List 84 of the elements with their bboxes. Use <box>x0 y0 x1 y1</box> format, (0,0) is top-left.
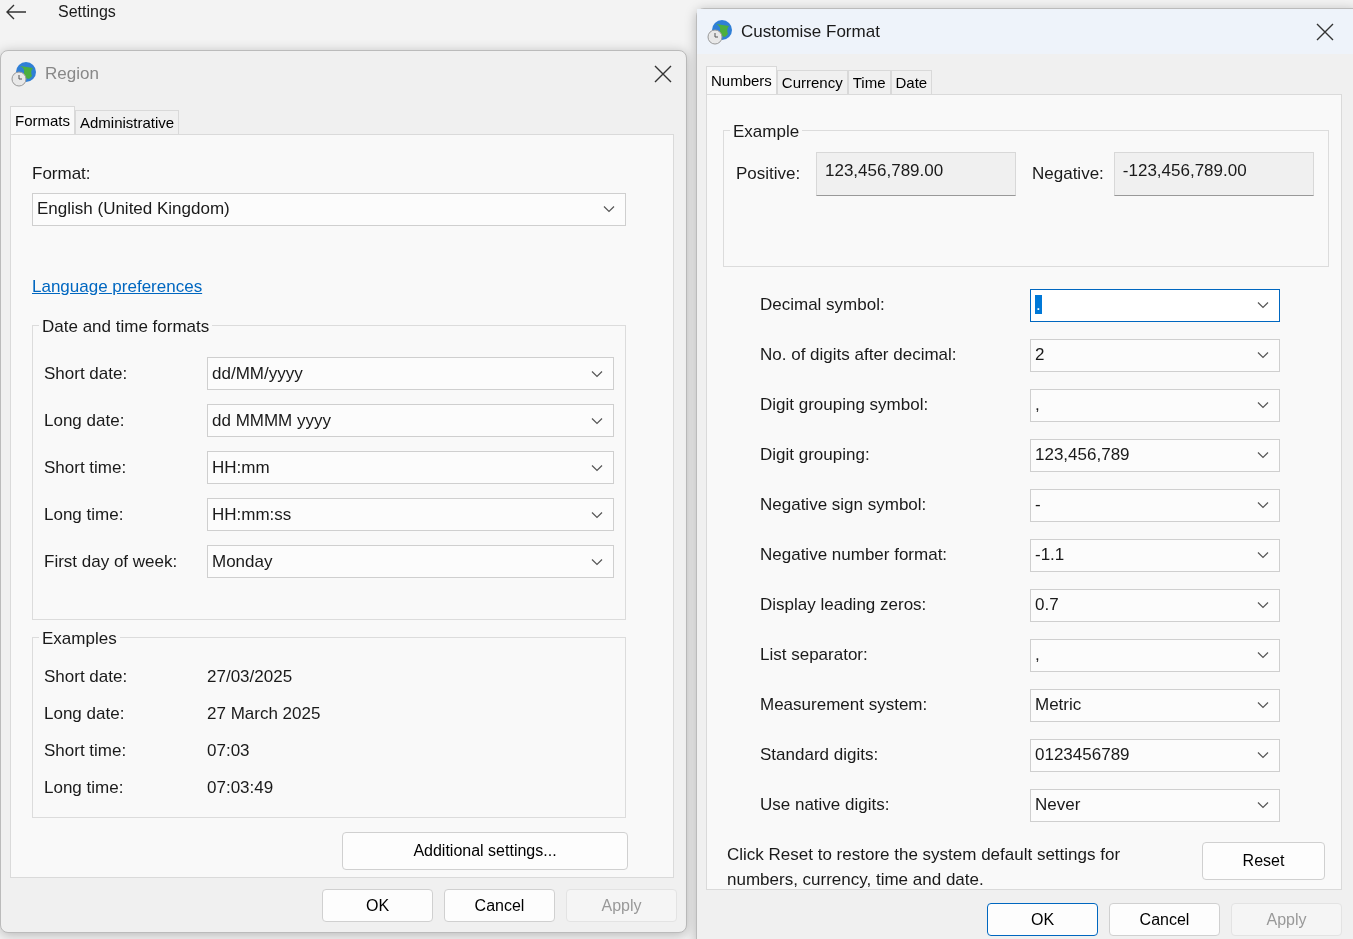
field-label: Short time: <box>44 739 128 762</box>
dropdown[interactable]: . <box>1030 288 1280 322</box>
field-label: List separator: <box>760 644 869 667</box>
chevron-down-icon <box>1257 501 1269 509</box>
dropdown[interactable]: Never <box>1030 788 1280 822</box>
dialog-button[interactable]: OK <box>987 903 1098 936</box>
example-value: 27/03/2025 <box>207 665 293 688</box>
dropdown[interactable]: dd MMMM yyyy <box>207 404 614 437</box>
dialog-button[interactable]: Cancel <box>444 889 555 922</box>
dialog-button[interactable]: Cancel <box>1109 903 1220 936</box>
field-label: Measurement system: <box>760 694 929 717</box>
chevron-down-icon <box>591 416 603 425</box>
globe-clock-icon <box>707 18 733 45</box>
reset-note: Click Reset to restore the system default settings for numbers, currency, time and date. <box>727 844 1122 891</box>
close-icon <box>1316 22 1334 41</box>
field-label: Short date: <box>44 665 129 688</box>
field-label: Negative sign symbol: <box>760 494 928 517</box>
chevron-down-icon <box>1257 351 1269 359</box>
field-label: Long date: <box>44 702 126 725</box>
tab[interactable]: Currency <box>776 70 848 94</box>
dropdown[interactable]: 123,456,789 <box>1030 438 1280 472</box>
field-label: Negative number format: <box>760 544 949 567</box>
chevron-down-icon <box>1257 401 1269 409</box>
dropdown[interactable]: 0.7 <box>1030 588 1280 622</box>
example-value: -123,456,789.00 <box>1113 152 1314 196</box>
dropdown[interactable]: dd/MM/yyyy <box>207 357 614 390</box>
field-label: Decimal symbol: <box>760 294 886 317</box>
dropdown[interactable]: 0123456789 <box>1030 738 1280 772</box>
chevron-down-icon <box>591 510 603 519</box>
field-label: Negative: <box>1032 163 1104 186</box>
dropdown[interactable]: , <box>1030 388 1280 422</box>
window-title: Region <box>45 62 99 85</box>
field-label: Short date: <box>44 362 129 385</box>
tab[interactable]: Administrative <box>75 110 180 134</box>
tab[interactable]: Numbers <box>706 66 777 94</box>
field-label: Long time: <box>44 776 125 799</box>
chevron-down-icon <box>603 205 615 213</box>
chevron-down-icon <box>591 557 603 566</box>
field-label: Use native digits: <box>760 794 891 817</box>
dropdown[interactable]: -1.1 <box>1030 538 1280 572</box>
tab[interactable]: Formats <box>10 106 75 134</box>
chevron-down-icon <box>1257 601 1269 609</box>
example-value: 27 March 2025 <box>207 702 321 725</box>
dropdown[interactable]: Metric <box>1030 688 1280 722</box>
dropdown[interactable]: - <box>1030 488 1280 522</box>
language-link[interactable]: Language preferences <box>32 273 203 299</box>
field-label: Format: <box>32 163 92 185</box>
field-label: No. of digits after decimal: <box>760 344 958 367</box>
dropdown[interactable]: Monday <box>207 545 614 578</box>
dropdown[interactable]: 2 <box>1030 338 1280 372</box>
window-title: Settings <box>58 2 116 22</box>
field-label: Digit grouping: <box>760 444 871 467</box>
example-value: 123,456,789.00 <box>816 152 1016 196</box>
chevron-down-icon <box>1257 751 1269 759</box>
dropdown[interactable]: HH:mm <box>207 451 614 484</box>
example-value: 07:03 <box>207 739 250 762</box>
close-icon <box>654 64 672 83</box>
field-label: Short time: <box>44 456 128 479</box>
tab[interactable]: Date <box>890 70 933 94</box>
chevron-down-icon <box>1257 651 1269 659</box>
chevron-down-icon <box>1257 551 1269 559</box>
additional-settings-button[interactable]: Additional settings... <box>342 832 628 870</box>
dropdown[interactable]: English (United Kingdom) <box>32 192 626 226</box>
example-value: 07:03:49 <box>207 776 274 799</box>
field-label: Positive: <box>736 163 802 186</box>
field-label: Long date: <box>44 409 126 432</box>
field-label: Display leading zeros: <box>760 594 928 617</box>
chevron-down-icon <box>1257 801 1269 809</box>
tab[interactable]: Time <box>847 70 891 94</box>
field-label: First day of week: <box>44 550 179 573</box>
chevron-down-icon <box>1257 701 1269 709</box>
chevron-down-icon <box>1257 451 1269 459</box>
window-title: Customise Format <box>741 20 880 43</box>
reset-button[interactable]: Reset <box>1202 842 1325 880</box>
field-label: Standard digits: <box>760 744 880 767</box>
dialog-button[interactable]: OK <box>322 889 433 922</box>
field-label: Digit grouping symbol: <box>760 394 930 417</box>
dropdown[interactable]: , <box>1030 638 1280 672</box>
chevron-down-icon <box>1257 301 1269 309</box>
dropdown[interactable]: HH:mm:ss <box>207 498 614 531</box>
chevron-down-icon <box>591 463 603 472</box>
globe-clock-icon <box>11 60 37 87</box>
field-label: Long time: <box>44 503 125 526</box>
chevron-down-icon <box>591 369 603 378</box>
